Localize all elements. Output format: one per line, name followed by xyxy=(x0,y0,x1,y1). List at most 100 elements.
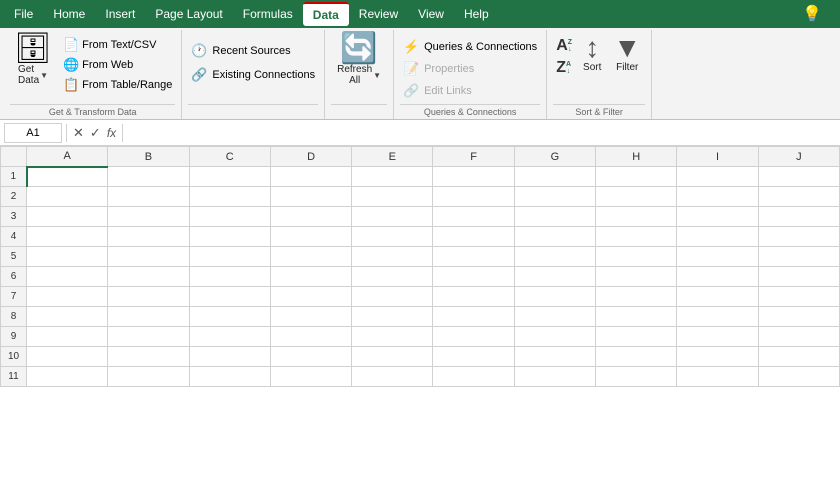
cell-e2[interactable] xyxy=(352,187,433,207)
cell-g10[interactable] xyxy=(514,347,595,367)
edit-links-button[interactable]: 🔗 Edit Links xyxy=(400,82,540,100)
menu-data[interactable]: Data xyxy=(303,2,349,26)
cell-j8[interactable] xyxy=(758,307,839,327)
col-header-c[interactable]: C xyxy=(189,147,270,167)
cell-d10[interactable] xyxy=(270,347,351,367)
menu-home[interactable]: Home xyxy=(43,3,95,25)
cell-d11[interactable] xyxy=(270,367,351,387)
cell-j11[interactable] xyxy=(758,367,839,387)
cell-c8[interactable] xyxy=(189,307,270,327)
cell-e1[interactable] xyxy=(352,167,433,187)
col-header-b[interactable]: B xyxy=(108,147,189,167)
filter-button[interactable]: ▼ Filter xyxy=(609,32,645,75)
cell-d3[interactable] xyxy=(270,207,351,227)
cell-d6[interactable] xyxy=(270,267,351,287)
cell-a1[interactable] xyxy=(27,167,108,187)
cell-f1[interactable] xyxy=(433,167,514,187)
cell-g2[interactable] xyxy=(514,187,595,207)
cell-reference-box[interactable] xyxy=(4,123,62,143)
sort-button[interactable]: ↕ Sort xyxy=(579,32,605,75)
cell-e10[interactable] xyxy=(352,347,433,367)
from-text-csv-button[interactable]: 📄 From Text/CSV xyxy=(60,36,175,54)
menu-formulas[interactable]: Formulas xyxy=(233,3,303,25)
sort-za-button[interactable]: Z A ↓ xyxy=(553,58,575,78)
cell-g6[interactable] xyxy=(514,267,595,287)
cancel-formula-icon[interactable]: ✕ xyxy=(71,125,86,141)
menu-insert[interactable]: Insert xyxy=(95,3,145,25)
cell-i7[interactable] xyxy=(677,287,758,307)
cell-g8[interactable] xyxy=(514,307,595,327)
cell-a10[interactable] xyxy=(27,347,108,367)
row-num-2[interactable]: 2 xyxy=(1,187,27,207)
menu-view[interactable]: View xyxy=(408,3,454,25)
cell-f10[interactable] xyxy=(433,347,514,367)
col-header-j[interactable]: J xyxy=(758,147,839,167)
row-num-7[interactable]: 7 xyxy=(1,287,27,307)
cell-f7[interactable] xyxy=(433,287,514,307)
existing-connections-button[interactable]: 🔗 Existing Connections xyxy=(188,66,318,84)
cell-i10[interactable] xyxy=(677,347,758,367)
recent-sources-button[interactable]: 🕐 Recent Sources xyxy=(188,42,318,60)
cell-d7[interactable] xyxy=(270,287,351,307)
insert-function-icon[interactable]: fx xyxy=(105,126,118,140)
cell-i9[interactable] xyxy=(677,327,758,347)
row-num-8[interactable]: 8 xyxy=(1,307,27,327)
cell-c2[interactable] xyxy=(189,187,270,207)
col-header-h[interactable]: H xyxy=(596,147,677,167)
cell-a11[interactable] xyxy=(27,367,108,387)
cell-c3[interactable] xyxy=(189,207,270,227)
cell-c11[interactable] xyxy=(189,367,270,387)
cell-d8[interactable] xyxy=(270,307,351,327)
from-web-button[interactable]: 🌐 From Web xyxy=(60,56,175,74)
cell-h2[interactable] xyxy=(596,187,677,207)
cell-a9[interactable] xyxy=(27,327,108,347)
cell-h8[interactable] xyxy=(596,307,677,327)
cell-c7[interactable] xyxy=(189,287,270,307)
cell-j7[interactable] xyxy=(758,287,839,307)
cell-h5[interactable] xyxy=(596,247,677,267)
cell-c6[interactable] xyxy=(189,267,270,287)
cell-b11[interactable] xyxy=(108,367,189,387)
cell-f2[interactable] xyxy=(433,187,514,207)
confirm-formula-icon[interactable]: ✓ xyxy=(88,125,103,141)
sort-az-button[interactable]: A Z ↓ xyxy=(553,36,575,56)
get-data-button[interactable]: 🗄 GetData ▼ xyxy=(10,32,56,88)
cell-f8[interactable] xyxy=(433,307,514,327)
row-num-1[interactable]: 1 xyxy=(1,167,27,187)
menu-file[interactable]: File xyxy=(4,3,43,25)
cell-g7[interactable] xyxy=(514,287,595,307)
row-num-4[interactable]: 4 xyxy=(1,227,27,247)
cell-a3[interactable] xyxy=(27,207,108,227)
cell-b6[interactable] xyxy=(108,267,189,287)
cell-a2[interactable] xyxy=(27,187,108,207)
cell-h4[interactable] xyxy=(596,227,677,247)
cell-i11[interactable] xyxy=(677,367,758,387)
queries-connections-button[interactable]: ⚡ Queries & Connections xyxy=(400,38,540,56)
cell-h3[interactable] xyxy=(596,207,677,227)
cell-h11[interactable] xyxy=(596,367,677,387)
cell-b9[interactable] xyxy=(108,327,189,347)
cell-e6[interactable] xyxy=(352,267,433,287)
cell-i5[interactable] xyxy=(677,247,758,267)
cell-j4[interactable] xyxy=(758,227,839,247)
from-table-button[interactable]: 📋 From Table/Range xyxy=(60,76,175,94)
cell-g9[interactable] xyxy=(514,327,595,347)
cell-b2[interactable] xyxy=(108,187,189,207)
formula-input[interactable] xyxy=(127,126,836,140)
cell-j2[interactable] xyxy=(758,187,839,207)
row-num-9[interactable]: 9 xyxy=(1,327,27,347)
row-num-5[interactable]: 5 xyxy=(1,247,27,267)
cell-e5[interactable] xyxy=(352,247,433,267)
cell-e3[interactable] xyxy=(352,207,433,227)
cell-c5[interactable] xyxy=(189,247,270,267)
cell-h7[interactable] xyxy=(596,287,677,307)
cell-i4[interactable] xyxy=(677,227,758,247)
cell-f9[interactable] xyxy=(433,327,514,347)
row-num-3[interactable]: 3 xyxy=(1,207,27,227)
col-header-i[interactable]: I xyxy=(677,147,758,167)
cell-i2[interactable] xyxy=(677,187,758,207)
cell-f6[interactable] xyxy=(433,267,514,287)
row-num-10[interactable]: 10 xyxy=(1,347,27,367)
col-header-g[interactable]: G xyxy=(514,147,595,167)
cell-d2[interactable] xyxy=(270,187,351,207)
